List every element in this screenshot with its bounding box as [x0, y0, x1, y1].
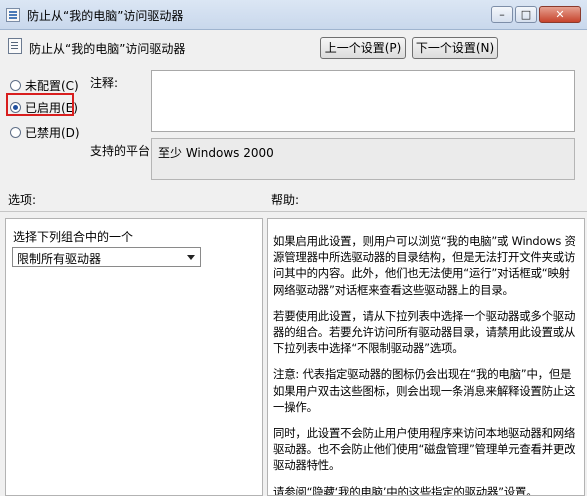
previous-setting-button[interactable]: 上一个设置(P) — [320, 37, 406, 59]
options-pane: 选择下列组合中的一个 限制所有驱动器 — [5, 218, 263, 496]
platform-label: 支持的平台: — [90, 144, 155, 158]
help-paragraph: 如果启用此设置，则用户可以浏览“我的电脑”或 Windows 资源管理器中所选驱… — [273, 234, 576, 297]
help-pane[interactable]: 如果启用此设置，则用户可以浏览“我的电脑”或 Windows 资源管理器中所选驱… — [267, 218, 585, 496]
setting-title: 防止从“我的电脑”访问驱动器 — [29, 42, 186, 56]
help-paragraph: 请参阅“隐藏‘我的电脑’中的这些指定的驱动器”设置。 — [273, 484, 538, 496]
help-paragraph: 若要使用此设置，请从下拉列表中选择一个驱动器或多个驱动器的组合。若要允许访问所有… — [273, 308, 576, 356]
maximize-button[interactable]: □ — [515, 6, 537, 23]
radio-disabled-circle[interactable] — [10, 127, 21, 138]
setting-header: 防止从“我的电脑”访问驱动器 上一个设置(P) 下一个设置(N) — [0, 30, 587, 65]
section-divider — [0, 211, 587, 212]
minimize-button[interactable]: – — [491, 6, 513, 23]
note-label: 注释: — [90, 76, 119, 90]
options-label: 选项: — [8, 193, 37, 207]
radio-disabled-label: 已禁用(D) — [25, 126, 80, 140]
window-controls: – □ ✕ — [491, 6, 581, 23]
title-bar: 防止从“我的电脑”访问驱动器 – □ ✕ — [0, 0, 587, 30]
drive-restriction-dropdown[interactable]: 限制所有驱动器 — [12, 247, 201, 267]
note-textarea[interactable] — [151, 70, 575, 132]
radio-not-configured-circle[interactable] — [10, 80, 21, 91]
dropdown-value: 限制所有驱动器 — [17, 252, 102, 266]
policy-setting-icon — [8, 38, 22, 54]
combo-label: 选择下列组合中的一个 — [13, 230, 134, 244]
chevron-down-icon[interactable] — [187, 255, 195, 260]
help-paragraph: 注意: 代表指定驱动器的图标仍会出现在“我的电脑”中，但是如果用户双击这些图标，… — [273, 367, 576, 414]
close-button[interactable]: ✕ — [539, 6, 581, 23]
enabled-highlight-box — [6, 93, 74, 116]
radio-not-configured[interactable]: 未配置(C) — [10, 77, 79, 94]
window-title: 防止从“我的电脑”访问驱动器 — [27, 9, 184, 23]
next-setting-button[interactable]: 下一个设置(N) — [412, 37, 498, 59]
platform-field: 至少 Windows 2000 — [151, 138, 575, 180]
policy-app-icon — [6, 8, 20, 22]
radio-disabled[interactable]: 已禁用(D) — [10, 124, 80, 141]
radio-not-configured-label: 未配置(C) — [25, 79, 79, 93]
help-label: 帮助: — [271, 193, 300, 207]
help-paragraph: 同时，此设置不会防止用户使用程序来访问本地驱动器和网络驱动器。也不会防止他们使用… — [273, 426, 576, 473]
